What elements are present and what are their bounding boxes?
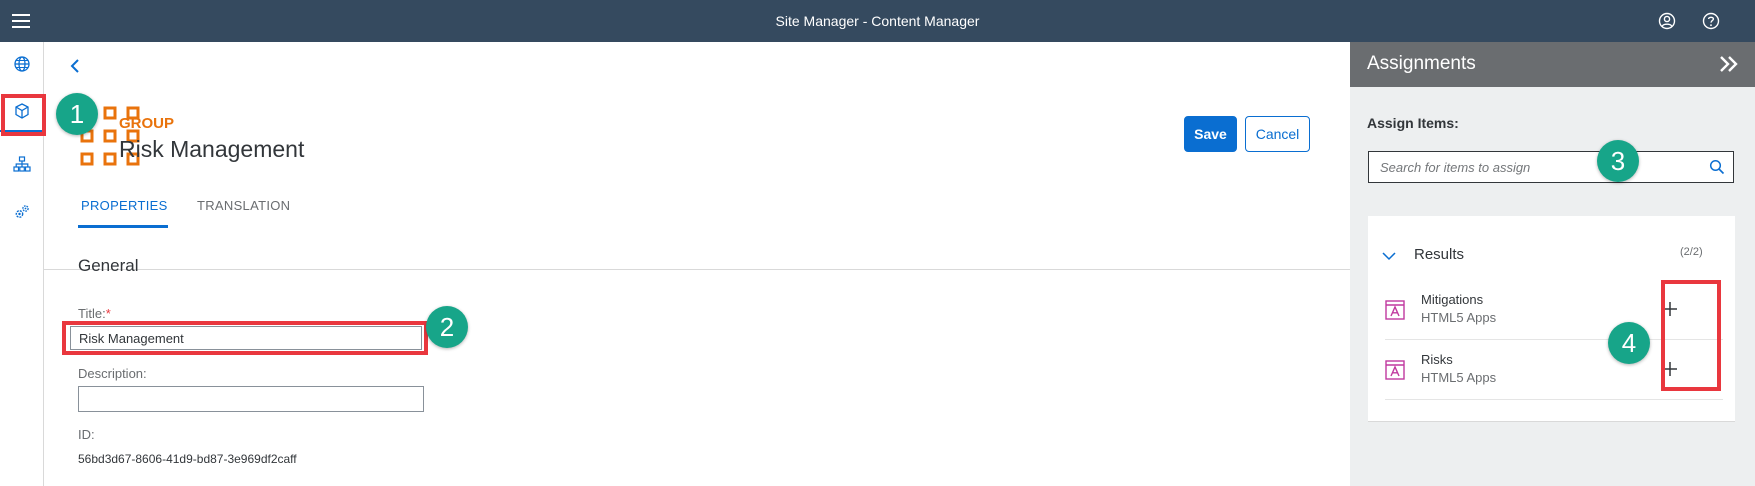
settings-gears-icon[interactable] xyxy=(0,192,44,232)
menu-icon[interactable] xyxy=(0,0,42,42)
assignments-panel: Assignments Assign Items: Results (2/2) … xyxy=(1350,42,1755,486)
tab-translation[interactable]: TRANSLATION xyxy=(197,198,290,213)
assign-search xyxy=(1368,151,1734,183)
add-risks-button[interactable] xyxy=(1655,354,1685,384)
step-marker-2: 2 xyxy=(426,306,468,348)
required-mark: * xyxy=(105,306,111,321)
description-field[interactable] xyxy=(78,386,424,412)
object-header xyxy=(44,87,1350,270)
assignments-title: Assignments xyxy=(1367,53,1476,74)
list-item: Mitigations HTML5 Apps xyxy=(1385,280,1723,340)
page-title: Risk Management xyxy=(119,136,305,162)
shell-title: Site Manager - Content Manager xyxy=(775,13,980,29)
add-mitigations-button[interactable] xyxy=(1655,294,1685,324)
side-navigation xyxy=(0,42,44,486)
main-content xyxy=(44,42,1350,486)
chevron-down-icon[interactable] xyxy=(1382,248,1396,266)
cancel-button[interactable]: Cancel xyxy=(1245,116,1310,152)
title-field[interactable] xyxy=(70,326,422,350)
title-label: Title:* xyxy=(78,306,111,321)
save-button[interactable]: Save xyxy=(1184,116,1237,152)
globe-icon[interactable] xyxy=(0,44,44,84)
html5-app-icon xyxy=(1385,300,1405,325)
step-marker-3: 3 xyxy=(1597,140,1639,182)
item-subtitle: HTML5 Apps xyxy=(1421,310,1497,325)
active-tab-indicator xyxy=(78,225,168,228)
list-item: Risks HTML5 Apps xyxy=(1385,340,1723,400)
search-input[interactable] xyxy=(1370,153,1690,181)
assignments-header: Assignments xyxy=(1350,42,1755,87)
html5-app-icon xyxy=(1385,360,1405,385)
id-label: ID: xyxy=(78,427,95,442)
description-label: Description: xyxy=(78,366,147,381)
shell-bar: Site Manager - Content Manager xyxy=(0,0,1755,42)
help-icon[interactable] xyxy=(1690,0,1732,42)
user-icon[interactable] xyxy=(1646,0,1688,42)
step-marker-4: 4 xyxy=(1608,322,1650,364)
results-list: Results (2/2) Mitigations HTML5 Apps Ris… xyxy=(1368,216,1735,422)
id-value: 56bd3d67-8606-41d9-bd87-3e969df2caff xyxy=(78,452,297,466)
content-cube-icon[interactable] xyxy=(0,92,44,132)
collapse-panel-icon[interactable] xyxy=(1718,54,1740,79)
results-count: (2/2) xyxy=(1680,246,1703,258)
search-icon[interactable] xyxy=(1709,159,1725,180)
section-title-general: General xyxy=(78,256,139,275)
item-title: Risks xyxy=(1421,352,1453,367)
hierarchy-icon[interactable] xyxy=(0,144,44,184)
object-type-label: GROUP xyxy=(119,115,175,132)
assign-items-label: Assign Items: xyxy=(1367,115,1459,131)
item-subtitle: HTML5 Apps xyxy=(1421,370,1497,385)
step-marker-1: 1 xyxy=(56,93,98,135)
back-icon[interactable] xyxy=(64,54,88,78)
tab-properties[interactable]: PROPERTIES xyxy=(81,198,168,213)
results-title: Results xyxy=(1414,246,1465,263)
item-title: Mitigations xyxy=(1421,292,1484,307)
